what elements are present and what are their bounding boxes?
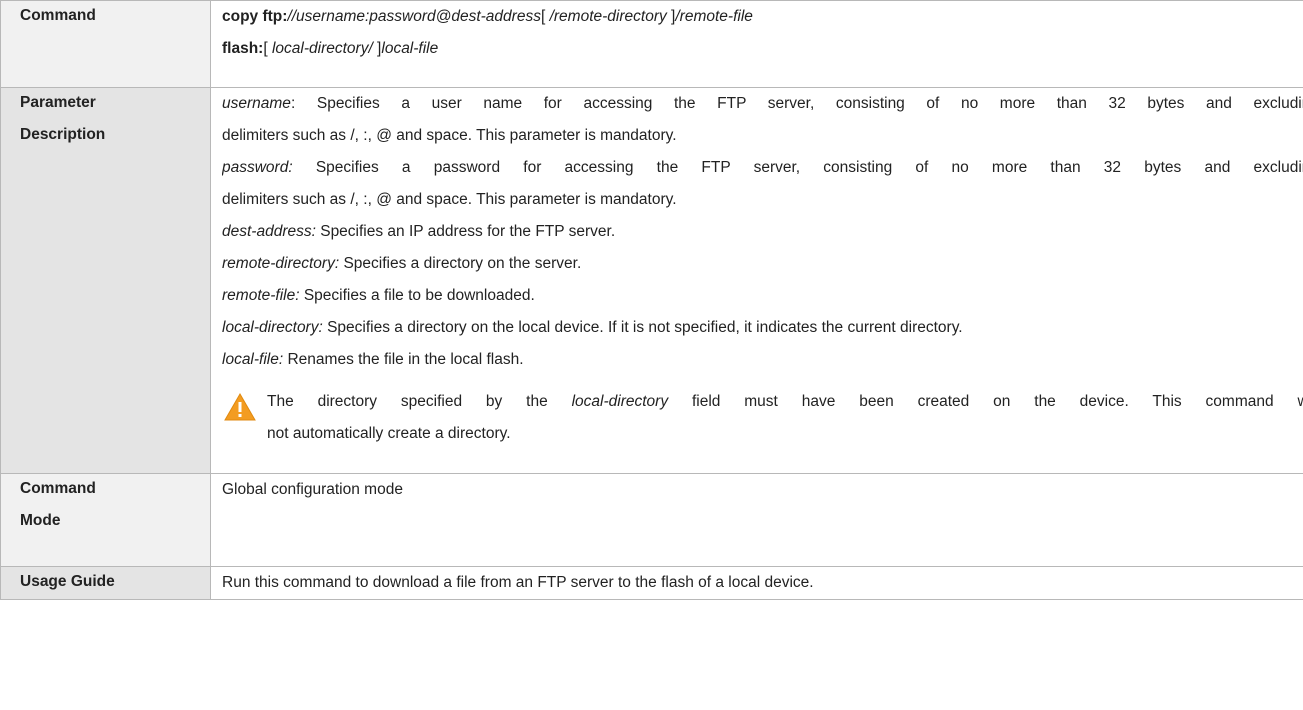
command-syntax-line1: copy ftp://username:password@dest-addres… [222, 1, 1303, 33]
param-local-file: local-file: Renames the file in the loca… [222, 344, 1303, 376]
usage-guide-label-cell: Usage Guide [0, 566, 211, 600]
parameter-description-cell: username: Specifies a user name for acce… [210, 87, 1303, 474]
command-label-cell: Command [0, 0, 211, 88]
command-mode-value-cell: Global configuration mode [210, 473, 1303, 567]
command-mode-value: Global configuration mode [222, 481, 403, 498]
param-text: Specifies a directory on the server. [339, 255, 582, 272]
param-password-line1: password: Specifies a password for acces… [222, 152, 1303, 184]
usage-guide-row: Usage Guide Run this command to download… [0, 566, 1303, 600]
param-text: Specifies an IP address for the FTP serv… [315, 223, 616, 240]
param-text: Specifies a password for accessing the F… [292, 159, 1303, 176]
parameter-label-line1: Parameter [20, 94, 96, 111]
param-username-line1: username: Specifies a user name for acce… [222, 88, 1303, 120]
param-remote-file: remote-file: Specifies a file to be down… [222, 280, 1303, 312]
param-password-line2: delimiters such as /, :, @ and space. Th… [222, 191, 677, 208]
flash-keyword: flash: [222, 40, 264, 57]
param-remote-directory: remote-directory: Specifies a directory … [222, 248, 1303, 280]
command-syntax-line2: flash:[ local-directory/ ]local-file [222, 33, 1303, 65]
param-term: local-directory: [222, 319, 323, 336]
warning-line2: not automatically create a directory. [267, 425, 511, 442]
local-directory-arg: local-directory/ [271, 40, 373, 57]
param-term: local-file: [222, 351, 284, 368]
command-mode-label-cell: Command Mode [0, 473, 211, 567]
bracket-open: [ [263, 40, 272, 57]
parameter-label-cell: Parameter Description [0, 87, 211, 474]
param-term: remote-file: [222, 287, 300, 304]
ftp-url-arg: //username:password@dest-address [287, 8, 541, 25]
param-local-directory: local-directory: Specifies a directory o… [222, 312, 1303, 344]
command-reference-table: Command copy ftp://username:password@des… [0, 0, 1303, 600]
param-username-line2: delimiters such as /, :, @ and space. Th… [222, 127, 677, 144]
command-syntax-cell: copy ftp://username:password@dest-addres… [210, 0, 1303, 88]
param-text: : Specifies a user name for accessing th… [290, 95, 1303, 112]
param-text: Specifies a directory on the local devic… [322, 319, 963, 336]
parameter-label-line2: Description [20, 126, 106, 143]
param-term: dest-address: [222, 223, 316, 240]
param-text: Specifies a file to be downloaded. [299, 287, 535, 304]
warning-text: field must have been created on the devi… [668, 393, 1303, 410]
param-term: password: [222, 159, 293, 176]
command-mode-label-line2: Mode [20, 512, 61, 529]
warning-text: The directory specified by the [267, 393, 572, 410]
command-row: Command copy ftp://username:password@des… [0, 0, 1303, 88]
warning-line1: The directory specified by the local-dir… [267, 386, 1303, 418]
param-term: username [222, 95, 291, 112]
local-file-arg: local-file [381, 40, 439, 57]
remote-file-arg: /remote-file [675, 8, 753, 25]
usage-guide-label: Usage Guide [20, 573, 115, 590]
warning-note: The directory specified by the local-dir… [222, 386, 1303, 450]
command-mode-row: Command Mode Global configuration mode [0, 473, 1303, 567]
param-text: Renames the file in the local flash. [283, 351, 524, 368]
warning-term: local-directory [571, 393, 669, 410]
usage-guide-value-cell: Run this command to download a file from… [210, 566, 1303, 600]
parameter-row: Parameter Description username: Specifie… [0, 87, 1303, 474]
param-term: remote-directory: [222, 255, 340, 272]
usage-guide-value: Run this command to download a file from… [222, 574, 814, 591]
command-mode-label-line1: Command [20, 480, 96, 497]
command-label: Command [20, 7, 96, 24]
bracket-open: [ [540, 8, 550, 25]
warning-triangle-icon [224, 393, 256, 421]
copy-ftp-keyword: copy ftp: [222, 8, 288, 25]
param-dest-address: dest-address: Specifies an IP address fo… [222, 216, 1303, 248]
remote-directory-arg: /remote-directory [549, 8, 667, 25]
